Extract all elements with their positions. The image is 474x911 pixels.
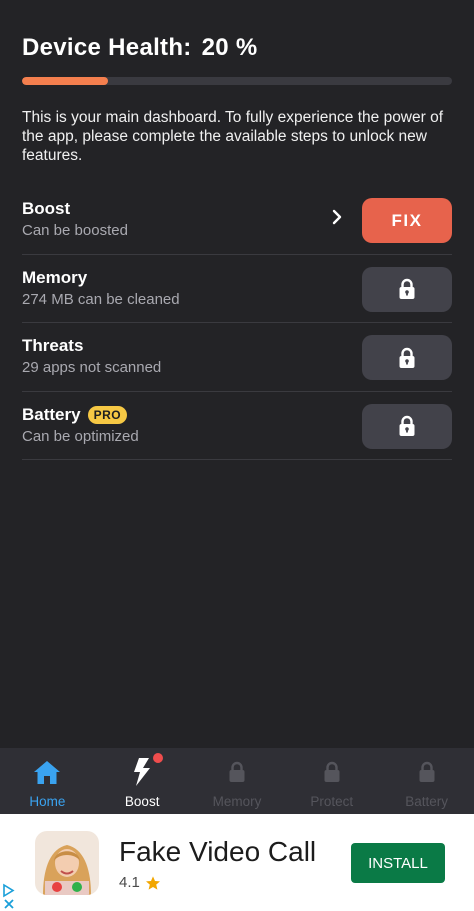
intro-text: This is your main dashboard. To fully ex… bbox=[22, 109, 444, 164]
row-subtitle: Can be boosted bbox=[22, 222, 128, 239]
row-title: Battery PRO bbox=[22, 404, 128, 425]
row-title: Threats bbox=[22, 336, 84, 355]
pro-badge: PRO bbox=[87, 405, 128, 424]
star-icon bbox=[145, 875, 160, 890]
notification-dot bbox=[152, 753, 163, 763]
tab-label: Memory bbox=[212, 794, 262, 809]
row-subtitle: Can be optimized bbox=[22, 427, 139, 445]
list-item-boost[interactable]: Boost Can be boosted FIX bbox=[22, 186, 452, 255]
ad-rating-value: 4.1 bbox=[119, 874, 140, 891]
lightning-icon bbox=[127, 757, 157, 787]
row-title: Boost bbox=[22, 199, 71, 218]
tab-home[interactable]: Home bbox=[0, 748, 95, 814]
health-progress-fill bbox=[22, 77, 108, 85]
lock-icon bbox=[399, 278, 415, 299]
bottom-navigation: Home Boost Memory Protect Battery bbox=[0, 748, 474, 814]
battery-locked-button[interactable] bbox=[362, 403, 452, 449]
feature-list: Boost Can be boosted FIX Memory 274 MB c… bbox=[22, 186, 452, 460]
lock-icon bbox=[317, 757, 347, 787]
device-health-percent: 20 % bbox=[201, 34, 258, 61]
main-dashboard: Device Health: 20 % This is your main das… bbox=[0, 0, 474, 748]
lock-icon bbox=[399, 415, 415, 436]
list-item-memory: Memory 274 MB can be cleaned bbox=[22, 255, 452, 323]
tab-label: Battery bbox=[405, 794, 448, 809]
page-title: Device Health: 20 % bbox=[22, 34, 258, 62]
row-subtitle: 29 apps not scanned bbox=[22, 359, 162, 376]
list-item-threats: Threats 29 apps not scanned bbox=[22, 323, 452, 392]
ad-rating: 4.1 bbox=[119, 874, 161, 891]
ad-app-icon[interactable] bbox=[35, 831, 99, 895]
lock-icon bbox=[399, 347, 415, 368]
tab-protect[interactable]: Protect bbox=[284, 748, 379, 814]
chevron-right-icon[interactable] bbox=[330, 208, 344, 226]
tab-battery[interactable]: Battery bbox=[379, 748, 474, 814]
ad-title[interactable]: Fake Video Call bbox=[119, 836, 316, 868]
tab-boost[interactable]: Boost bbox=[95, 748, 190, 814]
memory-locked-button[interactable] bbox=[362, 266, 452, 312]
tab-label: Protect bbox=[310, 794, 354, 809]
row-subtitle: 274 MB can be cleaned bbox=[22, 290, 180, 308]
ad-choices-icon[interactable] bbox=[2, 882, 16, 910]
list-item-battery: Battery PRO Can be optimized bbox=[22, 392, 452, 460]
lock-icon bbox=[222, 757, 252, 787]
threats-locked-button[interactable] bbox=[362, 335, 452, 380]
tab-memory[interactable]: Memory bbox=[190, 748, 285, 814]
tab-label: Home bbox=[29, 794, 66, 809]
home-icon bbox=[32, 757, 62, 787]
ad-banner[interactable]: Fake Video Call 4.1 INSTALL bbox=[0, 814, 474, 911]
row-title: Memory bbox=[22, 267, 88, 287]
install-button[interactable]: INSTALL bbox=[351, 843, 445, 883]
health-progress-bar bbox=[22, 77, 452, 85]
tab-label: Boost bbox=[124, 794, 160, 809]
row-title-text: Battery bbox=[22, 404, 81, 424]
fix-button[interactable]: FIX bbox=[362, 198, 452, 243]
device-health-label: Device Health: bbox=[22, 34, 192, 61]
lock-icon bbox=[412, 757, 442, 787]
